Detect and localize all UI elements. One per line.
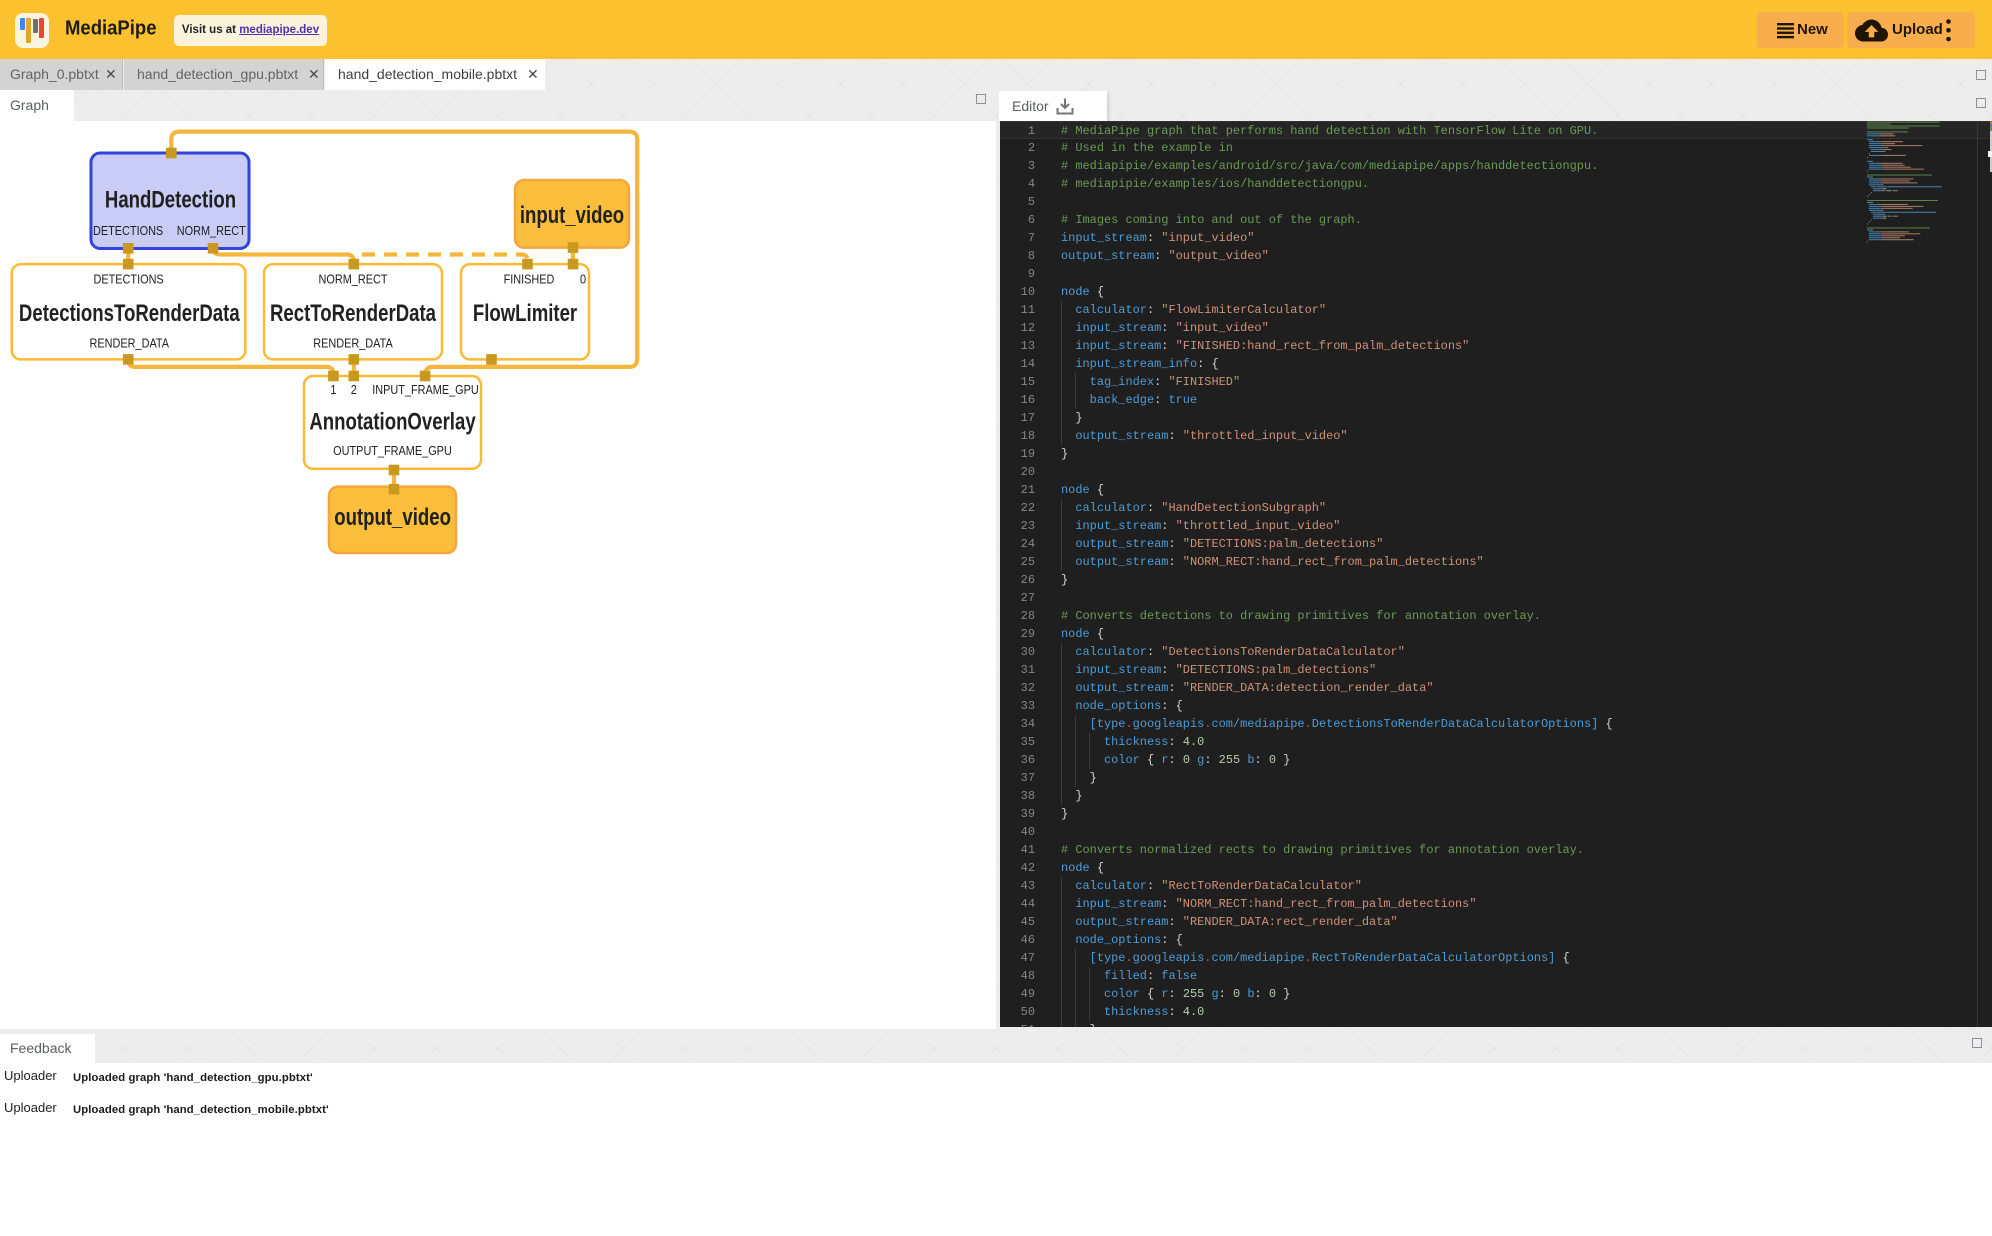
svg-text:HandDetection: HandDetection xyxy=(105,185,236,213)
svg-text:DETECTIONS: DETECTIONS xyxy=(93,223,163,238)
svg-text:FINISHED: FINISHED xyxy=(504,272,555,287)
svg-text:RENDER_DATA: RENDER_DATA xyxy=(90,336,170,351)
svg-text:AnnotationOverlay: AnnotationOverlay xyxy=(309,407,475,435)
svg-text:RENDER_DATA: RENDER_DATA xyxy=(313,336,393,351)
svg-text:OUTPUT_FRAME_GPU: OUTPUT_FRAME_GPU xyxy=(333,443,452,458)
svg-text:NORM_RECT: NORM_RECT xyxy=(177,223,246,238)
svg-text:NORM_RECT: NORM_RECT xyxy=(319,272,388,287)
svg-text:FlowLimiter: FlowLimiter xyxy=(473,298,578,326)
svg-text:INPUT_FRAME_GPU: INPUT_FRAME_GPU xyxy=(372,382,479,397)
svg-text:2: 2 xyxy=(351,382,357,397)
svg-text:0: 0 xyxy=(580,272,586,287)
svg-text:DetectionsToRenderData: DetectionsToRenderData xyxy=(19,298,241,326)
svg-text:output_video: output_video xyxy=(334,503,451,531)
svg-text:RectToRenderData: RectToRenderData xyxy=(270,298,437,326)
svg-text:1: 1 xyxy=(330,382,336,397)
svg-text:DETECTIONS: DETECTIONS xyxy=(93,272,163,287)
svg-text:input_video: input_video xyxy=(520,201,624,229)
